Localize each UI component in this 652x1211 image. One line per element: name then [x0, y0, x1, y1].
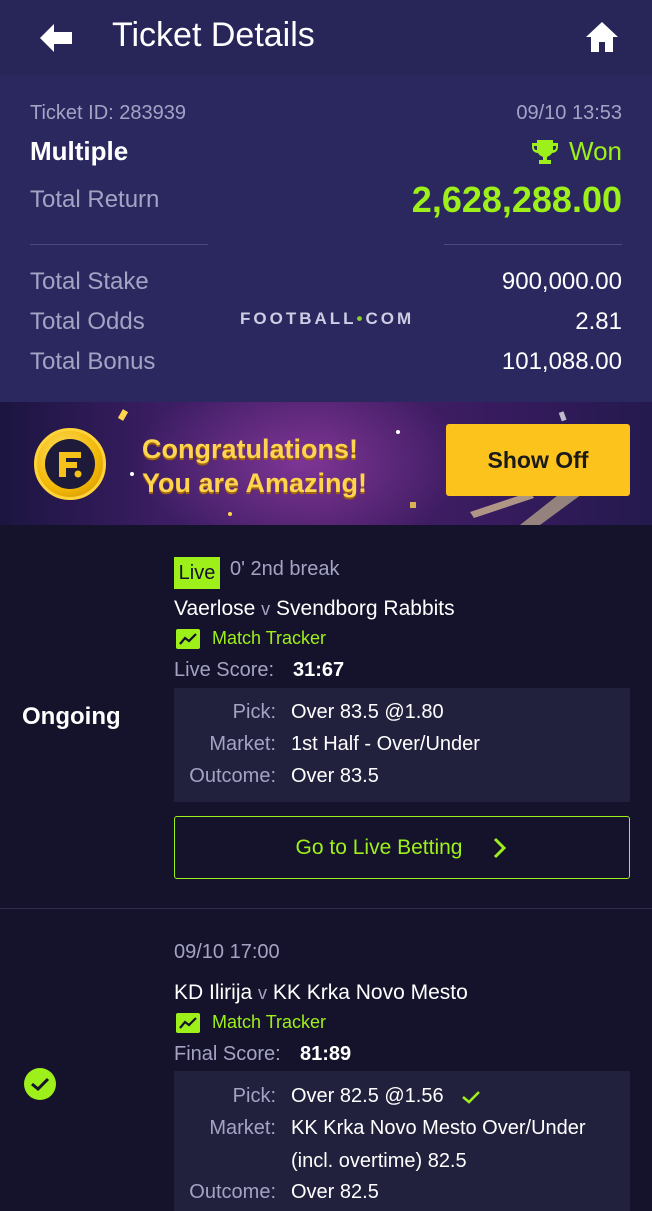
- total-bonus-value: 101,088.00: [501, 348, 622, 375]
- market-label: Market:: [209, 733, 276, 755]
- live-badge: Live: [174, 557, 220, 589]
- match-state: Ongoing: [22, 703, 121, 730]
- match-teams: Vaerlose v Svendborg Rabbits: [174, 597, 455, 621]
- pick-text-2: Over 82.5 @1.56: [291, 1085, 444, 1107]
- ticket-summary: Ticket ID: 283939 09/10 13:53 Multiple W…: [0, 75, 652, 402]
- ticket-id: Ticket ID: 283939: [30, 102, 187, 124]
- top-bar: Ticket Details: [0, 0, 652, 75]
- section-divider: [0, 908, 652, 909]
- score-label: Live Score:: [174, 659, 275, 681]
- back-button[interactable]: [36, 20, 76, 56]
- chart-line-icon: [176, 628, 200, 649]
- market-value-2-line-1: KK Krka Novo Mesto Over/Under: [291, 1117, 586, 1139]
- status-text: Won: [569, 136, 622, 166]
- pick-label: Pick:: [232, 701, 276, 723]
- check-icon: [31, 1077, 50, 1092]
- total-odds-label: Total Odds: [30, 308, 145, 335]
- match-time-info: 0' 2nd break: [230, 558, 340, 580]
- status-badge: Won: [531, 136, 622, 167]
- brand-logo: FOOTBALL•COM: [240, 309, 414, 329]
- congrats-line-2: You are Amazing!: [142, 468, 368, 498]
- match-tracker-label: Match Tracker: [212, 628, 327, 648]
- away-team-2: KK Krka Novo Mesto: [272, 981, 468, 1004]
- congrats-text: Congratulations! You are Amazing!: [142, 432, 367, 500]
- go-to-live-betting-button[interactable]: Go to Live Betting: [174, 816, 630, 879]
- live-betting-label: Go to Live Betting: [295, 835, 463, 859]
- score-value: 31:67: [293, 659, 345, 681]
- match-datetime: 09/10 17:00: [174, 941, 280, 963]
- brand-left: FOOTBALL: [240, 309, 357, 328]
- brand-dot: •: [356, 309, 366, 328]
- final-score-label: Final Score:: [174, 1043, 281, 1065]
- total-return-value: 2,628,288.00: [411, 179, 622, 220]
- show-off-button[interactable]: Show Off: [446, 424, 630, 496]
- brand-right: COM: [365, 309, 415, 328]
- pick-value-2: Over 82.5 @1.56: [291, 1085, 481, 1108]
- total-odds-value: 2.81: [575, 308, 622, 335]
- outcome-label: Outcome:: [189, 765, 276, 787]
- divider-left: [30, 244, 208, 245]
- match-tracker-label-2: Match Tracker: [212, 1012, 327, 1032]
- f-logo-icon: [59, 452, 82, 478]
- check-mark-icon: [462, 1090, 481, 1104]
- chart-line-icon: [176, 1012, 200, 1033]
- trophy-icon: [532, 139, 558, 164]
- ticket-datetime: 09/10 13:53: [516, 102, 622, 124]
- market-value-2-line-2: (incl. overtime) 82.5: [291, 1150, 467, 1172]
- total-stake-label: Total Stake: [30, 268, 149, 295]
- home-icon: [586, 22, 618, 52]
- match-tracker-link[interactable]: Match Tracker: [176, 628, 326, 649]
- match-teams-2: KD Ilirija v KK Krka Novo Mesto: [174, 981, 468, 1005]
- match-tracker-link-2[interactable]: Match Tracker: [176, 1012, 326, 1033]
- total-stake-value: 900,000.00: [501, 268, 622, 295]
- home-team-2: KD Ilirija: [174, 981, 253, 1004]
- congrats-line-1: Congratulations!: [142, 434, 358, 464]
- outcome-value-2: Over 82.5: [291, 1181, 379, 1203]
- bet-type: Multiple: [30, 136, 129, 166]
- away-team: Svendborg Rabbits: [276, 597, 455, 620]
- vs-label-2: v: [258, 983, 268, 1003]
- arrow-left-icon: [40, 24, 72, 52]
- page-title: Ticket Details: [112, 16, 315, 54]
- coin-logo: [34, 428, 106, 500]
- divider-right: [444, 244, 622, 245]
- market-label-2: Market:: [209, 1117, 276, 1139]
- chevron-right-icon: [494, 837, 507, 858]
- outcome-value: Over 83.5: [291, 765, 379, 787]
- total-bonus-label: Total Bonus: [30, 348, 156, 375]
- pick-label-2: Pick:: [232, 1085, 276, 1107]
- total-return-label: Total Return: [30, 186, 160, 213]
- coin-inner: [45, 439, 95, 489]
- market-value: 1st Half - Over/Under: [291, 733, 480, 755]
- final-score-value: 81:89: [300, 1043, 352, 1065]
- home-button[interactable]: [582, 17, 622, 57]
- won-check-badge: [24, 1068, 56, 1100]
- vs-label: v: [261, 599, 271, 619]
- outcome-label-2: Outcome:: [189, 1181, 276, 1203]
- pick-value: Over 83.5 @1.80: [291, 701, 444, 723]
- home-team: Vaerlose: [174, 597, 256, 620]
